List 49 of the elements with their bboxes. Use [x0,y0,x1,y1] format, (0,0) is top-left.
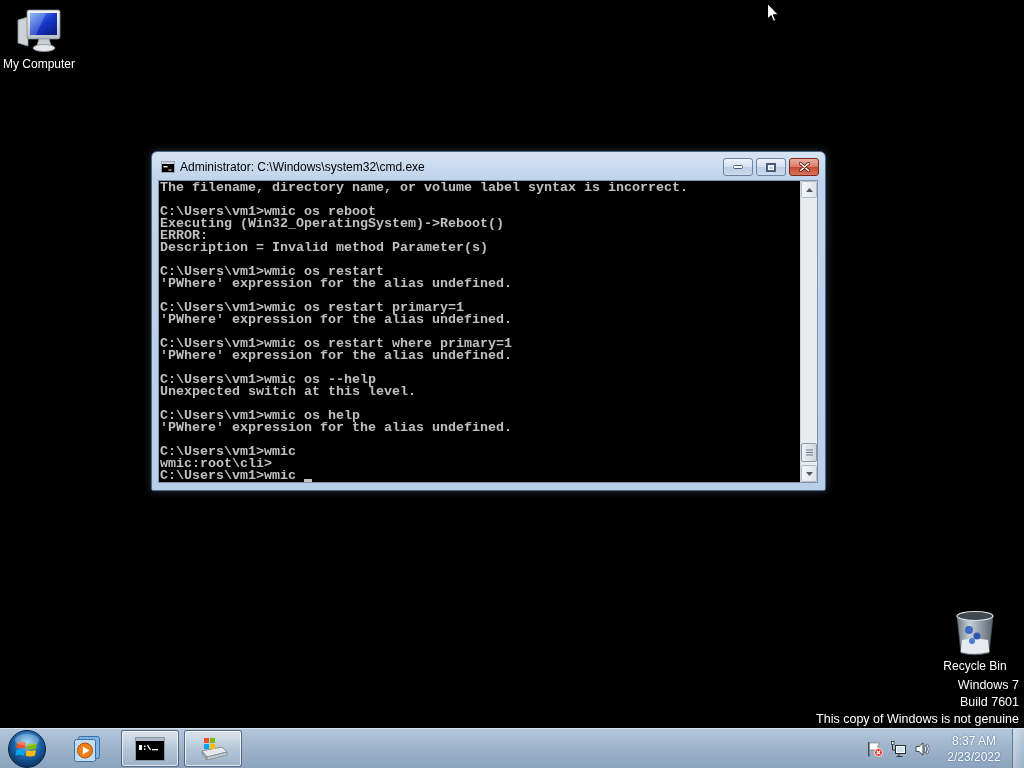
console-line: The filename, directory name, or volume label syntax is incorrect. [160,182,688,194]
recycle-bin-icon[interactable] [955,610,995,656]
grip-icon [805,449,813,456]
flag-icon[interactable] [867,740,883,757]
console-line: C:\Users\vm1>wmic os help [160,410,360,422]
network-icon[interactable] [891,740,907,757]
scroll-down-button[interactable] [801,465,817,482]
minimize-button[interactable] [723,158,753,176]
console-icon[interactable] [161,161,175,173]
windows-logo-icon [8,729,46,768]
close-button[interactable] [789,158,819,176]
media-player-icon [74,735,100,762]
console-line: 'PWhere' expression for the alias undefined. [160,314,512,326]
notice-text: This copy of Windows is not genuine [816,711,1019,728]
console-line: C:\Users\vm1>wmic [160,446,296,458]
drive-icon [198,736,228,761]
down-arrow-icon [805,471,813,476]
maximize-button[interactable] [756,158,786,176]
scroll-up-button[interactable] [801,181,817,198]
notice-text: Build 7601 [959,694,1019,711]
console-line: 'PWhere' expression for the alias undefined. [160,350,512,362]
console-line: wmic:root\cli> [160,458,272,470]
console-line: ERROR: [160,230,208,242]
desktop-icon-label[interactable]: Recycle Bin [943,659,1007,674]
console-line: C:\Users\vm1>wmic [160,470,296,482]
console-line: Description = Invalid method Parameter(s) [160,242,488,254]
close-icon [798,162,810,172]
scrollbar-thumb[interactable] [801,443,817,462]
console-line: C:\Users\vm1>wmic os restart primary=1 [160,302,464,314]
show-desktop-button[interactable] [1012,729,1024,768]
console-line: Unexpected switch at this level. [160,386,416,398]
console-line: 'PWhere' expression for the alias undefined. [160,422,512,434]
notice-text: Windows 7 [957,677,1019,694]
console-line: 'PWhere' expression for the alias undefined. [160,278,512,290]
console-line: C:\Users\vm1>wmic os --help [160,374,376,386]
console-line: C:\Users\vm1>wmic os restart where primary=1 [160,338,512,350]
up-arrow-icon [805,187,813,192]
computer-icon[interactable] [16,8,62,54]
console-line: C:\Users\vm1>wmic os restart [160,266,384,278]
taskbar-button[interactable] [121,730,179,767]
maximize-icon [766,162,776,172]
desktop-icon-label[interactable]: My Computer [3,57,75,72]
console-line: C:\Users\vm1>wmic os reboot [160,206,376,218]
console-icon [135,736,165,761]
volume-icon[interactable] [915,740,931,757]
console-line: Executing (Win32_OperatingSystem)->Reboot() [160,218,504,230]
window-title: Administrator: C:\Windows\system32\cmd.exe [180,159,426,175]
mouse-pointer-icon [767,3,779,22]
minimize-icon [733,165,743,169]
